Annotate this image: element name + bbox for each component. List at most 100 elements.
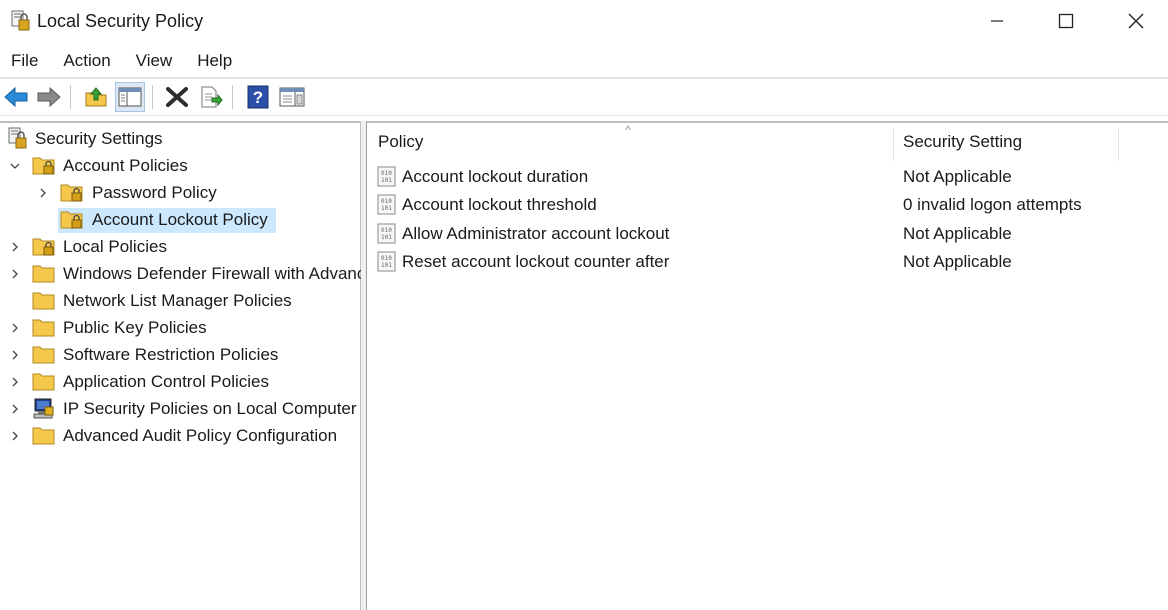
- tree-label: Advanced Audit Policy Configuration: [63, 426, 338, 445]
- tree-label: Local Policies: [63, 237, 167, 256]
- tree-node-account-lockout-policy[interactable]: Account Lockout Policy: [0, 207, 361, 232]
- forward-icon: [37, 86, 61, 108]
- expanded-chevron-icon[interactable]: [8, 159, 22, 173]
- collapsed-chevron-icon[interactable]: [8, 348, 22, 362]
- menu-file[interactable]: File: [11, 48, 38, 76]
- tree-label: Account Lockout Policy: [92, 210, 268, 229]
- up-folder-icon: [85, 87, 107, 107]
- minimize-button[interactable]: [963, 0, 1031, 42]
- close-icon: [1128, 13, 1144, 29]
- svg-text:010: 010: [381, 170, 392, 177]
- tree-node-password-policy[interactable]: Password Policy: [0, 180, 361, 205]
- tree-label: Public Key Policies: [63, 318, 207, 337]
- delete-icon: [166, 87, 188, 107]
- list-item[interactable]: 010 101 Account lockout threshold 0 inva…: [367, 192, 1168, 218]
- tree-node-public-key-policies[interactable]: Public Key Policies: [0, 315, 361, 340]
- tree-node-application-control-policies[interactable]: Application Control Policies: [0, 369, 361, 394]
- folder-icon: [32, 262, 56, 284]
- export-list-button[interactable]: [196, 82, 226, 112]
- collapsed-chevron-icon[interactable]: [8, 267, 22, 281]
- folder-icon: [32, 316, 56, 338]
- column-divider[interactable]: [893, 127, 894, 161]
- menu-view[interactable]: View: [136, 48, 173, 76]
- locked-folder-icon: [60, 208, 84, 230]
- column-header-policy[interactable]: Policy: [378, 132, 423, 152]
- tree-node-security-settings[interactable]: Security Settings: [0, 126, 361, 151]
- maximize-button[interactable]: [1032, 0, 1100, 42]
- menu-help[interactable]: Help: [197, 48, 232, 76]
- policy-name: Allow Administrator account lockout: [402, 224, 670, 243]
- svg-text:?: ?: [253, 88, 263, 107]
- tree-node-local-policies[interactable]: Local Policies: [0, 234, 361, 259]
- tree-node-account-policies[interactable]: Account Policies: [0, 153, 361, 178]
- tree-label: Windows Defender Firewall with Advanced …: [63, 264, 361, 283]
- svg-text:101: 101: [381, 234, 392, 241]
- folder-icon: [32, 424, 56, 446]
- local-security-policy-window: Local Security Policy File Action View H…: [0, 0, 1168, 610]
- tree-node-network-list-manager-policies[interactable]: Network List Manager Policies: [0, 288, 361, 313]
- column-divider[interactable]: [1118, 127, 1119, 161]
- delete-button[interactable]: [162, 82, 192, 112]
- ip-security-computer-icon: [32, 397, 56, 419]
- menu-action[interactable]: Action: [63, 48, 110, 76]
- export-list-icon: [201, 86, 223, 108]
- folder-icon: [32, 370, 56, 392]
- policy-setting-value: Not Applicable: [903, 252, 1012, 271]
- forward-button[interactable]: [34, 82, 64, 112]
- show-hide-action-pane-button[interactable]: [277, 82, 307, 112]
- collapsed-chevron-icon[interactable]: [8, 321, 22, 335]
- title-bar: Local Security Policy: [0, 0, 1168, 44]
- toolbar-separator: [70, 85, 71, 109]
- tree-label: Account Policies: [63, 156, 188, 175]
- policy-name: Account lockout duration: [402, 167, 589, 186]
- show-hide-console-tree-button[interactable]: [115, 82, 145, 112]
- tree-node-windows-defender-firewall[interactable]: Windows Defender Firewall with Advanced …: [0, 261, 361, 286]
- show-hide-tree-icon: [118, 87, 142, 107]
- column-header-security-setting[interactable]: Security Setting: [903, 132, 1022, 152]
- toolbar: ?: [0, 79, 1168, 115]
- security-settings-icon: [5, 127, 29, 149]
- tree-node-software-restriction-policies[interactable]: Software Restriction Policies: [0, 342, 361, 367]
- tree-label: Network List Manager Policies: [63, 291, 292, 310]
- locked-folder-icon: [32, 235, 56, 257]
- policy-setting-value: Not Applicable: [903, 167, 1012, 186]
- collapsed-chevron-icon[interactable]: [8, 240, 22, 254]
- close-button[interactable]: [1102, 0, 1168, 42]
- security-policy-app-icon: [11, 10, 31, 32]
- collapsed-chevron-icon[interactable]: [36, 186, 50, 200]
- list-item[interactable]: 010 101 Reset account lockout counter af…: [367, 249, 1168, 275]
- list-item[interactable]: 010 101 Allow Administrator account lock…: [367, 221, 1168, 247]
- toolbar-separator: [232, 85, 233, 109]
- policy-setting-icon: 010 101: [377, 194, 397, 216]
- toolbar-divider: [0, 115, 1168, 116]
- sort-ascending-icon: ^: [625, 123, 631, 137]
- policy-setting-icon: 010 101: [377, 223, 397, 245]
- policy-setting-icon: 010 101: [377, 251, 397, 273]
- svg-text:101: 101: [381, 205, 392, 212]
- toolbar-separator: [152, 85, 153, 109]
- svg-text:010: 010: [381, 198, 392, 205]
- tree-node-ip-security-policies[interactable]: IP Security Policies on Local Computer: [0, 396, 361, 421]
- collapsed-chevron-icon[interactable]: [8, 375, 22, 389]
- tree-node-advanced-audit-policy-configuration[interactable]: Advanced Audit Policy Configuration: [0, 423, 361, 448]
- policy-name: Reset account lockout counter after: [402, 252, 670, 271]
- policy-setting-value: 0 invalid logon attempts: [903, 195, 1082, 214]
- minimize-icon: [991, 20, 1003, 22]
- folder-icon: [32, 289, 56, 311]
- svg-text:101: 101: [381, 262, 392, 269]
- collapsed-chevron-icon[interactable]: [8, 402, 22, 416]
- svg-text:010: 010: [381, 255, 392, 262]
- list-item[interactable]: 010 101 Account lockout duration Not App…: [367, 164, 1168, 190]
- tree-label: Security Settings: [35, 129, 163, 148]
- help-button[interactable]: ?: [243, 82, 273, 112]
- policy-list-view[interactable]: ^ Policy Security Setting 010 101 Accoun…: [367, 121, 1168, 610]
- help-icon: ?: [247, 85, 269, 109]
- locked-folder-icon: [60, 181, 84, 203]
- window-title: Local Security Policy: [37, 11, 204, 31]
- up-one-level-button[interactable]: [81, 82, 111, 112]
- tree-label: Application Control Policies: [63, 372, 269, 391]
- back-button[interactable]: [1, 82, 31, 112]
- policy-setting-value: Not Applicable: [903, 224, 1012, 243]
- maximize-icon: [1058, 13, 1074, 29]
- collapsed-chevron-icon[interactable]: [8, 429, 22, 443]
